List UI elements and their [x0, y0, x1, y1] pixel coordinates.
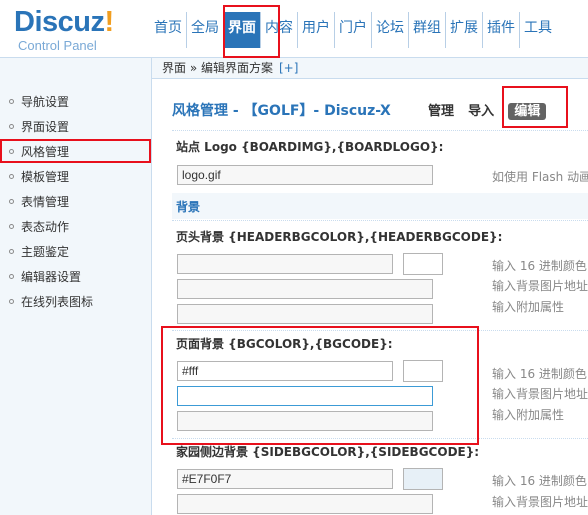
bullet-icon [9, 299, 14, 304]
sidebar-item-actions[interactable]: 表态动作 [0, 215, 151, 240]
nav-portal[interactable]: 门户 [335, 12, 372, 48]
bullet-icon [9, 274, 14, 279]
discuz-logo[interactable]: Discuz! Control Panel [14, 6, 114, 54]
bullet-icon [9, 224, 14, 229]
nav-home[interactable]: 首页 [150, 12, 187, 48]
sidebar-item-nav-settings[interactable]: 导航设置 [0, 90, 151, 115]
divider [172, 130, 588, 131]
header-bg-extra-input[interactable] [177, 304, 433, 324]
page-title: 风格管理 - 【GOLF】- Discuz-X [172, 103, 391, 119]
bullet-icon [9, 124, 14, 129]
bullet-icon [9, 199, 14, 204]
nav-users[interactable]: 用户 [298, 12, 335, 48]
bullet-icon [9, 174, 14, 179]
header-bg-color-hint: 输入 16 进制颜色 [492, 259, 587, 273]
highlight-sidebar-style [0, 139, 151, 163]
sidebar-item-template-manage[interactable]: 模板管理 [0, 165, 151, 190]
breadcrumb-text: 界面 » 编辑界面方案 [162, 61, 273, 75]
site-logo-input[interactable]: logo.gif [177, 165, 433, 185]
highlight-edit-tab [502, 86, 568, 128]
header-bg-image-input[interactable] [177, 279, 433, 299]
sidebar-item-online-icons[interactable]: 在线列表图标 [0, 290, 151, 315]
header: Discuz! Control Panel 首页 全局 界面 内容 用户 门户 … [0, 0, 588, 56]
logo-text: Discuz! [14, 6, 114, 38]
app-window: Discuz! Control Panel 首页 全局 界面 内容 用户 门户 … [0, 0, 588, 515]
site-logo-label: 站点 Logo {BOARDIMG},{BOARDLOGO}: [176, 140, 444, 154]
header-bg-color-swatch[interactable] [403, 253, 443, 275]
breadcrumb: 界面 » 编辑界面方案 [+] [152, 57, 588, 79]
site-logo-hint: 如使用 Flash 动画 [492, 170, 588, 184]
top-nav: 首页 全局 界面 内容 用户 门户 论坛 群组 扩展 插件 工具 [150, 12, 556, 48]
section-header [172, 193, 588, 219]
page-bg-image-hint: 输入背景图片地址 [492, 387, 588, 401]
bullet-icon [9, 99, 14, 104]
breadcrumb-expand-button[interactable]: [+] [279, 61, 298, 75]
highlight-nav-interface [223, 5, 280, 58]
side-bg-label: 家园侧边背景 {SIDEBGCOLOR},{SIDEBGCODE}: [176, 445, 480, 459]
import-link[interactable]: 导入 [468, 104, 494, 119]
side-bg-color-swatch[interactable] [403, 468, 443, 490]
page-bg-extra-hint: 输入附加属性 [492, 408, 565, 422]
side-bg-color-input[interactable]: #E7F0F7 [177, 469, 393, 489]
sidebar-item-smiley-manage[interactable]: 表情管理 [0, 190, 151, 215]
page-bg-color-hint: 输入 16 进制颜色 [492, 367, 587, 381]
divider [172, 220, 588, 221]
sidebar-item-editor-settings[interactable]: 编辑器设置 [0, 265, 151, 290]
side-bg-color-hint: 输入 16 进制颜色 [492, 474, 587, 488]
nav-groups[interactable]: 群组 [409, 12, 446, 48]
side-bg-image-input[interactable] [177, 494, 433, 514]
logo-subtitle: Control Panel [18, 38, 97, 53]
bullet-icon [9, 249, 14, 254]
header-bg-label: 页头背景 {HEADERBGCOLOR},{HEADERBGCODE}: [176, 230, 503, 244]
nav-extend[interactable]: 扩展 [446, 12, 483, 48]
nav-tools[interactable]: 工具 [520, 12, 556, 48]
sidebar-item-thread-stamps[interactable]: 主题鉴定 [0, 240, 151, 265]
section-background-title: 背景 [176, 200, 201, 214]
sidebar-item-ui-settings[interactable]: 界面设置 [0, 115, 151, 140]
manage-link[interactable]: 管理 [428, 104, 454, 119]
nav-forum[interactable]: 论坛 [372, 12, 409, 48]
header-bg-image-hint: 输入背景图片地址 [492, 279, 588, 293]
main-content: 风格管理 - 【GOLF】- Discuz-X 管理 导入 编辑 站点 Logo… [152, 80, 588, 515]
header-bg-extra-hint: 输入附加属性 [492, 300, 565, 314]
highlight-page-bg-section [161, 326, 479, 445]
nav-global[interactable]: 全局 [187, 12, 224, 48]
nav-plugins[interactable]: 插件 [483, 12, 520, 48]
sidebar-header [0, 57, 152, 86]
header-bg-color-input[interactable] [177, 254, 393, 274]
side-bg-image-hint: 输入背景图片地址 [492, 495, 588, 509]
